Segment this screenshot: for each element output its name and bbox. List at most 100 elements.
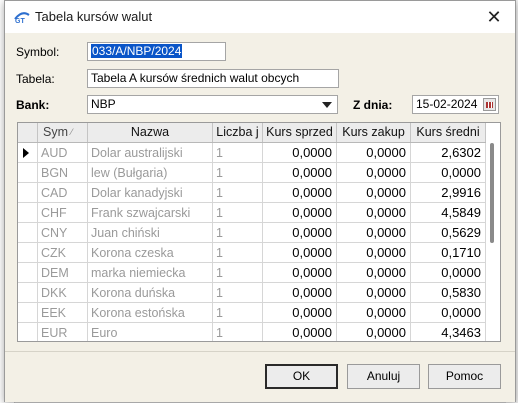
- cell-liczba[interactable]: 1: [213, 183, 263, 203]
- table-row[interactable]: CAD Dolar kanadyjski 1 0,0000 0,0000 2,9916: [18, 183, 500, 203]
- calendar-icon[interactable]: [483, 98, 496, 111]
- cell-kurs-zakup[interactable]: 0,0000: [337, 163, 411, 183]
- row-indicator-cell[interactable]: [18, 143, 38, 163]
- row-indicator-cell[interactable]: [18, 183, 38, 203]
- cell-kurs-zakup[interactable]: 0,0000: [337, 243, 411, 263]
- table-row[interactable]: EUR Euro 1 0,0000 0,0000 4,3463: [18, 323, 500, 341]
- cell-nazwa[interactable]: Juan chiński: [88, 223, 213, 243]
- row-indicator-cell[interactable]: [18, 203, 38, 223]
- cell-kurs-sprzed[interactable]: 0,0000: [263, 243, 337, 263]
- cell-kurs-sprzed[interactable]: 0,0000: [263, 203, 337, 223]
- row-indicator-cell[interactable]: [18, 263, 38, 283]
- cell-kurs-zakup[interactable]: 0,0000: [337, 303, 411, 323]
- scrollbar-thumb[interactable]: [490, 143, 494, 243]
- cell-liczba[interactable]: 1: [213, 143, 263, 163]
- column-header-liczba[interactable]: Liczba j: [213, 123, 263, 142]
- symbol-field[interactable]: 033/A/NBP/2024: [87, 42, 226, 61]
- symbol-value: 033/A/NBP/2024: [91, 44, 183, 58]
- cell-liczba[interactable]: 1: [213, 303, 263, 323]
- cell-kurs-sprzed[interactable]: 0,0000: [263, 163, 337, 183]
- cell-kurs-sprzed[interactable]: 0,0000: [263, 303, 337, 323]
- cell-kurs-zakup[interactable]: 0,0000: [337, 143, 411, 163]
- cell-sym[interactable]: CHF: [38, 203, 88, 223]
- vertical-scrollbar[interactable]: [486, 123, 500, 341]
- cell-sym[interactable]: CZK: [38, 243, 88, 263]
- cell-liczba[interactable]: 1: [213, 223, 263, 243]
- table-row[interactable]: CZK Korona czeska 1 0,0000 0,0000 0,1710: [18, 243, 500, 263]
- column-header-kurs-sredni[interactable]: Kurs średni: [411, 123, 486, 142]
- column-header-kurs-zakup[interactable]: Kurs zakup: [337, 123, 411, 142]
- column-header-sym[interactable]: Sym ⁄: [38, 123, 88, 142]
- table-row[interactable]: EEK Korona estońska 1 0,0000 0,0000 0,0000: [18, 303, 500, 323]
- cell-kurs-sredni[interactable]: 2,9916: [411, 183, 486, 203]
- row-indicator-cell[interactable]: [18, 243, 38, 263]
- cell-kurs-sredni[interactable]: 4,5849: [411, 203, 486, 223]
- close-button[interactable]: ✕: [473, 1, 515, 33]
- cell-kurs-sprzed[interactable]: 0,0000: [263, 183, 337, 203]
- cell-nazwa[interactable]: Dolar australijski: [88, 143, 213, 163]
- date-field[interactable]: 15-02-2024: [412, 95, 499, 114]
- table-row[interactable]: CNY Juan chiński 1 0,0000 0,0000 0,5629: [18, 223, 500, 243]
- table-row[interactable]: AUD Dolar australijski 1 0,0000 0,0000 2,6302: [18, 143, 500, 163]
- row-indicator-cell[interactable]: [18, 223, 38, 243]
- cell-kurs-sprzed[interactable]: 0,0000: [263, 323, 337, 341]
- cell-kurs-sredni[interactable]: 0,0000: [411, 163, 486, 183]
- cell-sym[interactable]: CNY: [38, 223, 88, 243]
- row-indicator-cell[interactable]: [18, 163, 38, 183]
- cell-liczba[interactable]: 1: [213, 163, 263, 183]
- cell-nazwa[interactable]: Korona duńska: [88, 283, 213, 303]
- cell-kurs-sredni[interactable]: 0,0000: [411, 303, 486, 323]
- table-row[interactable]: BGN lew (Bułgaria) 1 0,0000 0,0000 0,0000: [18, 163, 500, 183]
- cell-sym[interactable]: BGN: [38, 163, 88, 183]
- cell-nazwa[interactable]: Korona czeska: [88, 243, 213, 263]
- cell-kurs-sredni[interactable]: 0,5830: [411, 283, 486, 303]
- cell-nazwa[interactable]: Korona estońska: [88, 303, 213, 323]
- cell-sym[interactable]: DKK: [38, 283, 88, 303]
- row-indicator-cell[interactable]: [18, 283, 38, 303]
- row-indicator-cell[interactable]: [18, 323, 38, 341]
- cell-kurs-zakup[interactable]: 0,0000: [337, 263, 411, 283]
- ok-button[interactable]: OK: [265, 364, 338, 389]
- cell-kurs-sredni[interactable]: 0,1710: [411, 243, 486, 263]
- cell-kurs-sredni[interactable]: 0,5629: [411, 223, 486, 243]
- cell-kurs-sprzed[interactable]: 0,0000: [263, 283, 337, 303]
- bank-select[interactable]: NBP: [87, 95, 338, 114]
- tabela-field[interactable]: Tabela A kursów średnich walut obcych: [87, 69, 339, 88]
- cell-kurs-sredni[interactable]: 2,6302: [411, 143, 486, 163]
- help-button[interactable]: Pomoc: [428, 364, 501, 389]
- table-row[interactable]: DEM marka niemiecka 1 0,0000 0,0000 0,0000: [18, 263, 500, 283]
- cell-kurs-sprzed[interactable]: 0,0000: [263, 143, 337, 163]
- cell-sym[interactable]: EEK: [38, 303, 88, 323]
- cell-sym[interactable]: EUR: [38, 323, 88, 341]
- cell-nazwa[interactable]: marka niemiecka: [88, 263, 213, 283]
- cell-liczba[interactable]: 1: [213, 263, 263, 283]
- cell-liczba[interactable]: 1: [213, 283, 263, 303]
- row-indicator-cell[interactable]: [18, 303, 38, 323]
- cancel-button[interactable]: Anuluj: [347, 364, 420, 389]
- cell-kurs-sprzed[interactable]: 0,0000: [263, 223, 337, 243]
- table-row[interactable]: CHF Frank szwajcarski 1 0,0000 0,0000 4,5849: [18, 203, 500, 223]
- tabela-label: Tabela:: [16, 72, 55, 86]
- cell-sym[interactable]: AUD: [38, 143, 88, 163]
- cell-sym[interactable]: DEM: [38, 263, 88, 283]
- cell-liczba[interactable]: 1: [213, 323, 263, 341]
- cell-liczba[interactable]: 1: [213, 203, 263, 223]
- cell-liczba[interactable]: 1: [213, 243, 263, 263]
- cell-kurs-zakup[interactable]: 0,0000: [337, 323, 411, 341]
- column-header-kurs-sprzed[interactable]: Kurs sprzed: [263, 123, 337, 142]
- cell-kurs-sprzed[interactable]: 0,0000: [263, 263, 337, 283]
- cell-sym[interactable]: CAD: [38, 183, 88, 203]
- cell-nazwa[interactable]: Euro: [88, 323, 213, 341]
- chevron-down-icon[interactable]: [322, 102, 332, 108]
- cell-nazwa[interactable]: Dolar kanadyjski: [88, 183, 213, 203]
- cell-nazwa[interactable]: Frank szwajcarski: [88, 203, 213, 223]
- cell-kurs-sredni[interactable]: 0,0000: [411, 263, 486, 283]
- cell-kurs-zakup[interactable]: 0,0000: [337, 223, 411, 243]
- cell-nazwa[interactable]: lew (Bułgaria): [88, 163, 213, 183]
- column-header-nazwa[interactable]: Nazwa: [88, 123, 213, 142]
- cell-kurs-zakup[interactable]: 0,0000: [337, 203, 411, 223]
- cell-kurs-zakup[interactable]: 0,0000: [337, 183, 411, 203]
- table-row[interactable]: DKK Korona duńska 1 0,0000 0,0000 0,5830: [18, 283, 500, 303]
- cell-kurs-zakup[interactable]: 0,0000: [337, 283, 411, 303]
- cell-kurs-sredni[interactable]: 4,3463: [411, 323, 486, 341]
